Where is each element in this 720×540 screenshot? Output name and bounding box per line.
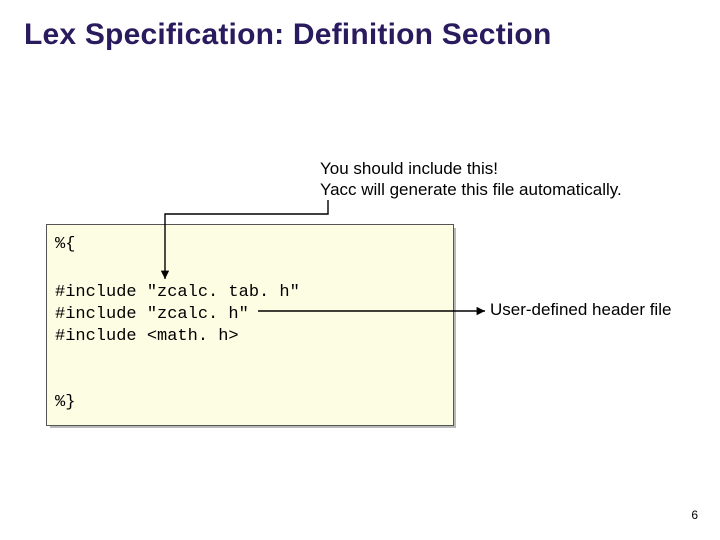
annotation-top-line1: You should include this!: [320, 159, 498, 178]
code-box: %{ #include "zcalc. tab. h" #include "zc…: [46, 224, 454, 426]
annotation-top: You should include this! Yacc will gener…: [320, 158, 622, 201]
annotation-top-line2: Yacc will generate this file automatical…: [320, 180, 622, 199]
code-line-include3: #include <math. h>: [55, 327, 239, 346]
annotation-right: User-defined header file: [490, 300, 671, 320]
page-number: 6: [691, 508, 698, 522]
code-line-include2: #include "zcalc. h": [55, 305, 249, 324]
code-line-open: %{: [55, 235, 75, 254]
slide-title: Lex Specification: Definition Section: [24, 18, 551, 52]
code-line-include1: #include "zcalc. tab. h": [55, 283, 300, 302]
code-line-close: %}: [55, 393, 75, 412]
